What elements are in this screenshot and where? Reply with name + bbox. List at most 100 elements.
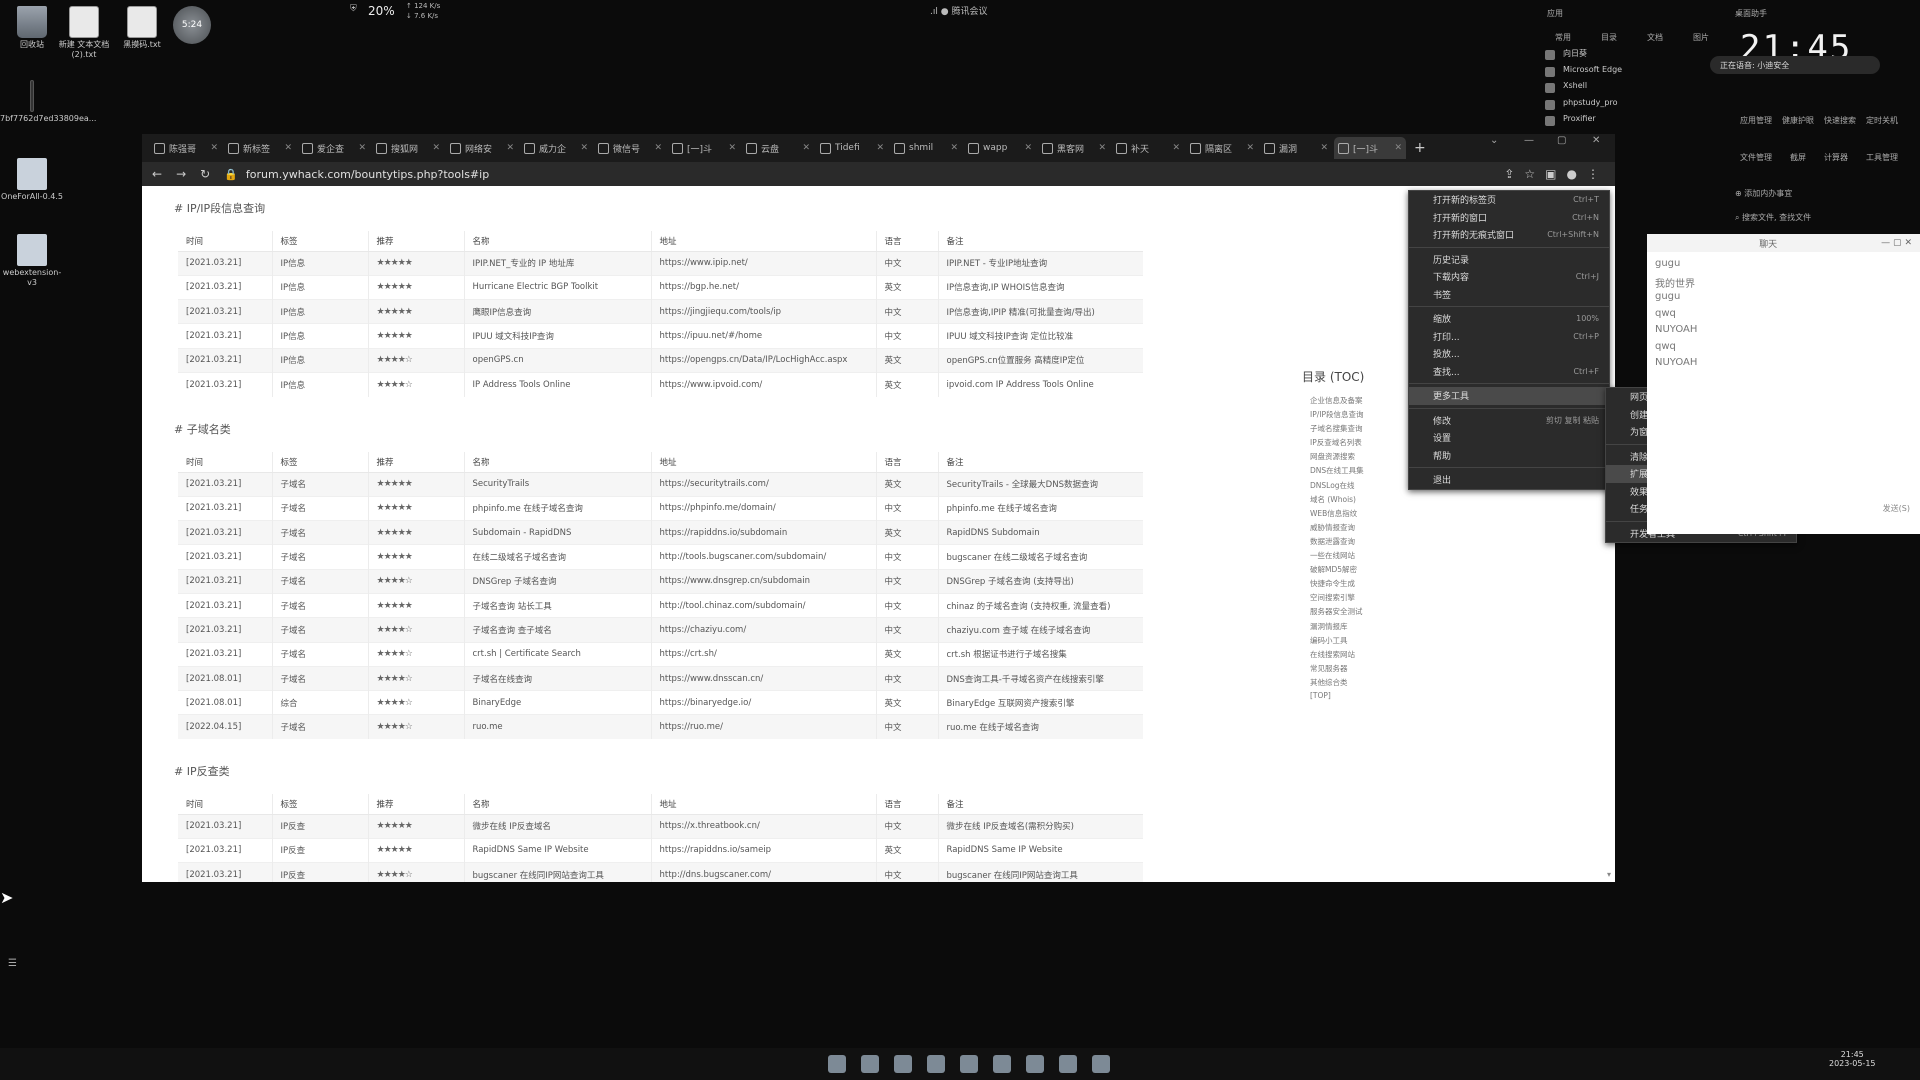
- close-icon[interactable]: ✕: [1592, 135, 1600, 146]
- tool-eye-care[interactable]: 健康护眼: [1782, 115, 1814, 126]
- toc-item[interactable]: 漏洞情报库: [1310, 621, 1412, 635]
- menu-item[interactable]: 缩放 100%: [1409, 310, 1609, 328]
- back-icon[interactable]: ←: [152, 167, 162, 181]
- taskbar-app-icon[interactable]: [1092, 1055, 1110, 1073]
- cell-name[interactable]: 子域名查询 站长工具: [463, 592, 651, 618]
- browser-tab[interactable]: wapp ✕: [964, 137, 1036, 159]
- tab-close-icon[interactable]: ✕: [210, 143, 218, 153]
- browser-tab[interactable]: 网络安 ✕: [446, 137, 518, 159]
- menu-item[interactable]: 退出: [1409, 471, 1609, 489]
- toc-item[interactable]: 数据泄露查询: [1310, 536, 1412, 550]
- tab-close-icon[interactable]: ✕: [1024, 143, 1032, 153]
- tab-close-icon[interactable]: ✕: [358, 143, 366, 153]
- tool-calculator[interactable]: 计算器: [1824, 152, 1848, 163]
- tab-close-icon[interactable]: ✕: [654, 143, 662, 153]
- browser-tab[interactable]: [一]斗 ✕: [1334, 137, 1406, 159]
- tab-close-icon[interactable]: ✕: [728, 143, 736, 153]
- tab-directory[interactable]: 目录: [1601, 32, 1617, 43]
- browser-tab[interactable]: 云盘 ✕: [742, 137, 814, 159]
- toc-item[interactable]: 网盘资源搜索: [1310, 451, 1412, 465]
- menu-item[interactable]: 打开新的无痕式窗口 Ctrl+Shift+N: [1409, 226, 1609, 244]
- add-todo[interactable]: ⊕ 添加内办事宜: [1735, 188, 1792, 199]
- browser-tab[interactable]: 威力企 ✕: [520, 137, 592, 159]
- close-icon[interactable]: ✕: [1904, 238, 1912, 248]
- menu-item[interactable]: 查找... Ctrl+F: [1409, 363, 1609, 381]
- cell-name[interactable]: crt.sh | Certificate Search: [463, 641, 651, 667]
- cell-url[interactable]: https://phpinfo.me/domain/: [650, 495, 876, 521]
- cell-name[interactable]: phpinfo.me 在线子域名查询: [463, 495, 651, 521]
- cell-name[interactable]: IPIP.NET_专业的 IP 地址库: [463, 250, 651, 276]
- new-tab-icon[interactable]: +: [1414, 140, 1426, 156]
- cell-url[interactable]: https://chaziyu.com/: [650, 617, 876, 643]
- toc-item[interactable]: 在线搜索网站: [1310, 649, 1412, 663]
- menu-item[interactable]: 投放...: [1409, 345, 1609, 363]
- avatar[interactable]: 5:24: [160, 6, 224, 46]
- browser-tab[interactable]: 爱企查 ✕: [298, 137, 370, 159]
- toc-item[interactable]: 破解MD5解密: [1310, 564, 1412, 578]
- send-button[interactable]: 发送(S): [1883, 503, 1910, 514]
- browser-tab[interactable]: 搜狐网 ✕: [372, 137, 444, 159]
- toc-item[interactable]: 其他综合类: [1310, 677, 1412, 691]
- text-file-icon[interactable]: 新建 文本文档 (2).txt: [52, 6, 116, 59]
- menu-item[interactable]: 修改 剪切 复制 粘贴: [1409, 412, 1609, 430]
- taskbar-clock[interactable]: 21:45 2023-05-15: [1829, 1050, 1876, 1068]
- cell-url[interactable]: https://jingjiequ.com/tools/ip: [650, 299, 876, 324]
- cell-url[interactable]: https://rapiddns.io/subdomain: [650, 520, 876, 545]
- browser-tab[interactable]: 隔离区 ✕: [1186, 137, 1258, 159]
- toc-item[interactable]: IP/IP段信息查询: [1310, 409, 1412, 423]
- tab-close-icon[interactable]: ✕: [432, 143, 440, 153]
- toc-item[interactable]: 服务器安全测试: [1310, 606, 1412, 620]
- minimize-icon[interactable]: —: [1524, 135, 1534, 146]
- tool-manager[interactable]: 工具管理: [1866, 152, 1898, 163]
- folder-icon[interactable]: OneForAll-0.4.5: [0, 158, 64, 202]
- tool-screenshot[interactable]: 截屏: [1790, 152, 1806, 163]
- toc-item[interactable]: 快捷命令生成: [1310, 578, 1412, 592]
- menu-item[interactable]: 打开新的窗口 Ctrl+N: [1409, 209, 1609, 227]
- tab-close-icon[interactable]: ✕: [876, 143, 884, 153]
- maximize-icon[interactable]: ▢: [1557, 135, 1566, 146]
- toc-item[interactable]: DNS在线工具集: [1310, 465, 1412, 479]
- app-item[interactable]: phpstudy_pro: [1545, 98, 1622, 115]
- cell-name[interactable]: 在线二级域名子域名查询: [463, 544, 651, 570]
- taskbar-app-icon[interactable]: [828, 1055, 846, 1073]
- browser-tab[interactable]: shmil ✕: [890, 137, 962, 159]
- cell-name[interactable]: BinaryEdge: [463, 690, 651, 715]
- tab-close-icon[interactable]: ✕: [950, 143, 958, 153]
- tab-docs[interactable]: 文档: [1647, 32, 1663, 43]
- tool-app-manager[interactable]: 应用管理: [1740, 115, 1772, 126]
- tab-images[interactable]: 图片: [1693, 32, 1709, 43]
- app-item[interactable]: Proxifier: [1545, 114, 1622, 131]
- sidebar-icon[interactable]: ▣: [1545, 167, 1556, 181]
- cell-name[interactable]: Subdomain - RapidDNS: [463, 520, 651, 545]
- taskbar-app-icon[interactable]: [1059, 1055, 1077, 1073]
- cell-name[interactable]: bugscaner 在线同IP网站查询工具: [463, 862, 651, 882]
- search-files[interactable]: ⌕ 搜索文件, 查找文件: [1735, 212, 1811, 223]
- cell-url[interactable]: https://rapiddns.io/sameip: [650, 837, 876, 863]
- menu-item[interactable]: 书签: [1409, 286, 1609, 304]
- browser-tab[interactable]: 新标签 ✕: [224, 137, 296, 159]
- browser-tab[interactable]: 补天 ✕: [1112, 137, 1184, 159]
- maximize-icon[interactable]: ▢: [1893, 238, 1902, 248]
- tab-close-icon[interactable]: ✕: [506, 143, 514, 153]
- cell-name[interactable]: 子域名在线查询: [463, 665, 651, 691]
- toc-item[interactable]: 编码小工具: [1310, 635, 1412, 649]
- cell-name[interactable]: DNSGrep 子域名查询: [463, 568, 651, 594]
- browser-tab[interactable]: [一]斗 ✕: [668, 137, 740, 159]
- menu-item[interactable]: 设置: [1409, 429, 1609, 447]
- toc-item[interactable]: [TOP]: [1310, 691, 1412, 705]
- browser-tab[interactable]: 陈强哥 ✕: [150, 137, 222, 159]
- list-icon[interactable]: ☰: [8, 958, 17, 969]
- toc-item[interactable]: WEB信息指纹: [1310, 508, 1412, 522]
- tool-shutdown[interactable]: 定时关机: [1866, 115, 1898, 126]
- share-icon[interactable]: ⇪: [1504, 167, 1514, 181]
- cell-url[interactable]: https://crt.sh/: [650, 641, 876, 667]
- cell-url[interactable]: https://x.threatbook.cn/: [650, 813, 876, 839]
- browser-tab[interactable]: 微信号 ✕: [594, 137, 666, 159]
- cell-name[interactable]: 微步在线 IP反查域名: [463, 813, 651, 839]
- toc-item[interactable]: 域名 (Whois): [1310, 494, 1412, 508]
- toc-item[interactable]: 空间搜索引擎: [1310, 592, 1412, 606]
- cell-name[interactable]: SecurityTrails: [463, 471, 651, 497]
- cell-url[interactable]: https://ipuu.net/#/home: [650, 323, 876, 349]
- menu-item[interactable]: 打印... Ctrl+P: [1409, 328, 1609, 346]
- app-item[interactable]: Xshell: [1545, 81, 1622, 98]
